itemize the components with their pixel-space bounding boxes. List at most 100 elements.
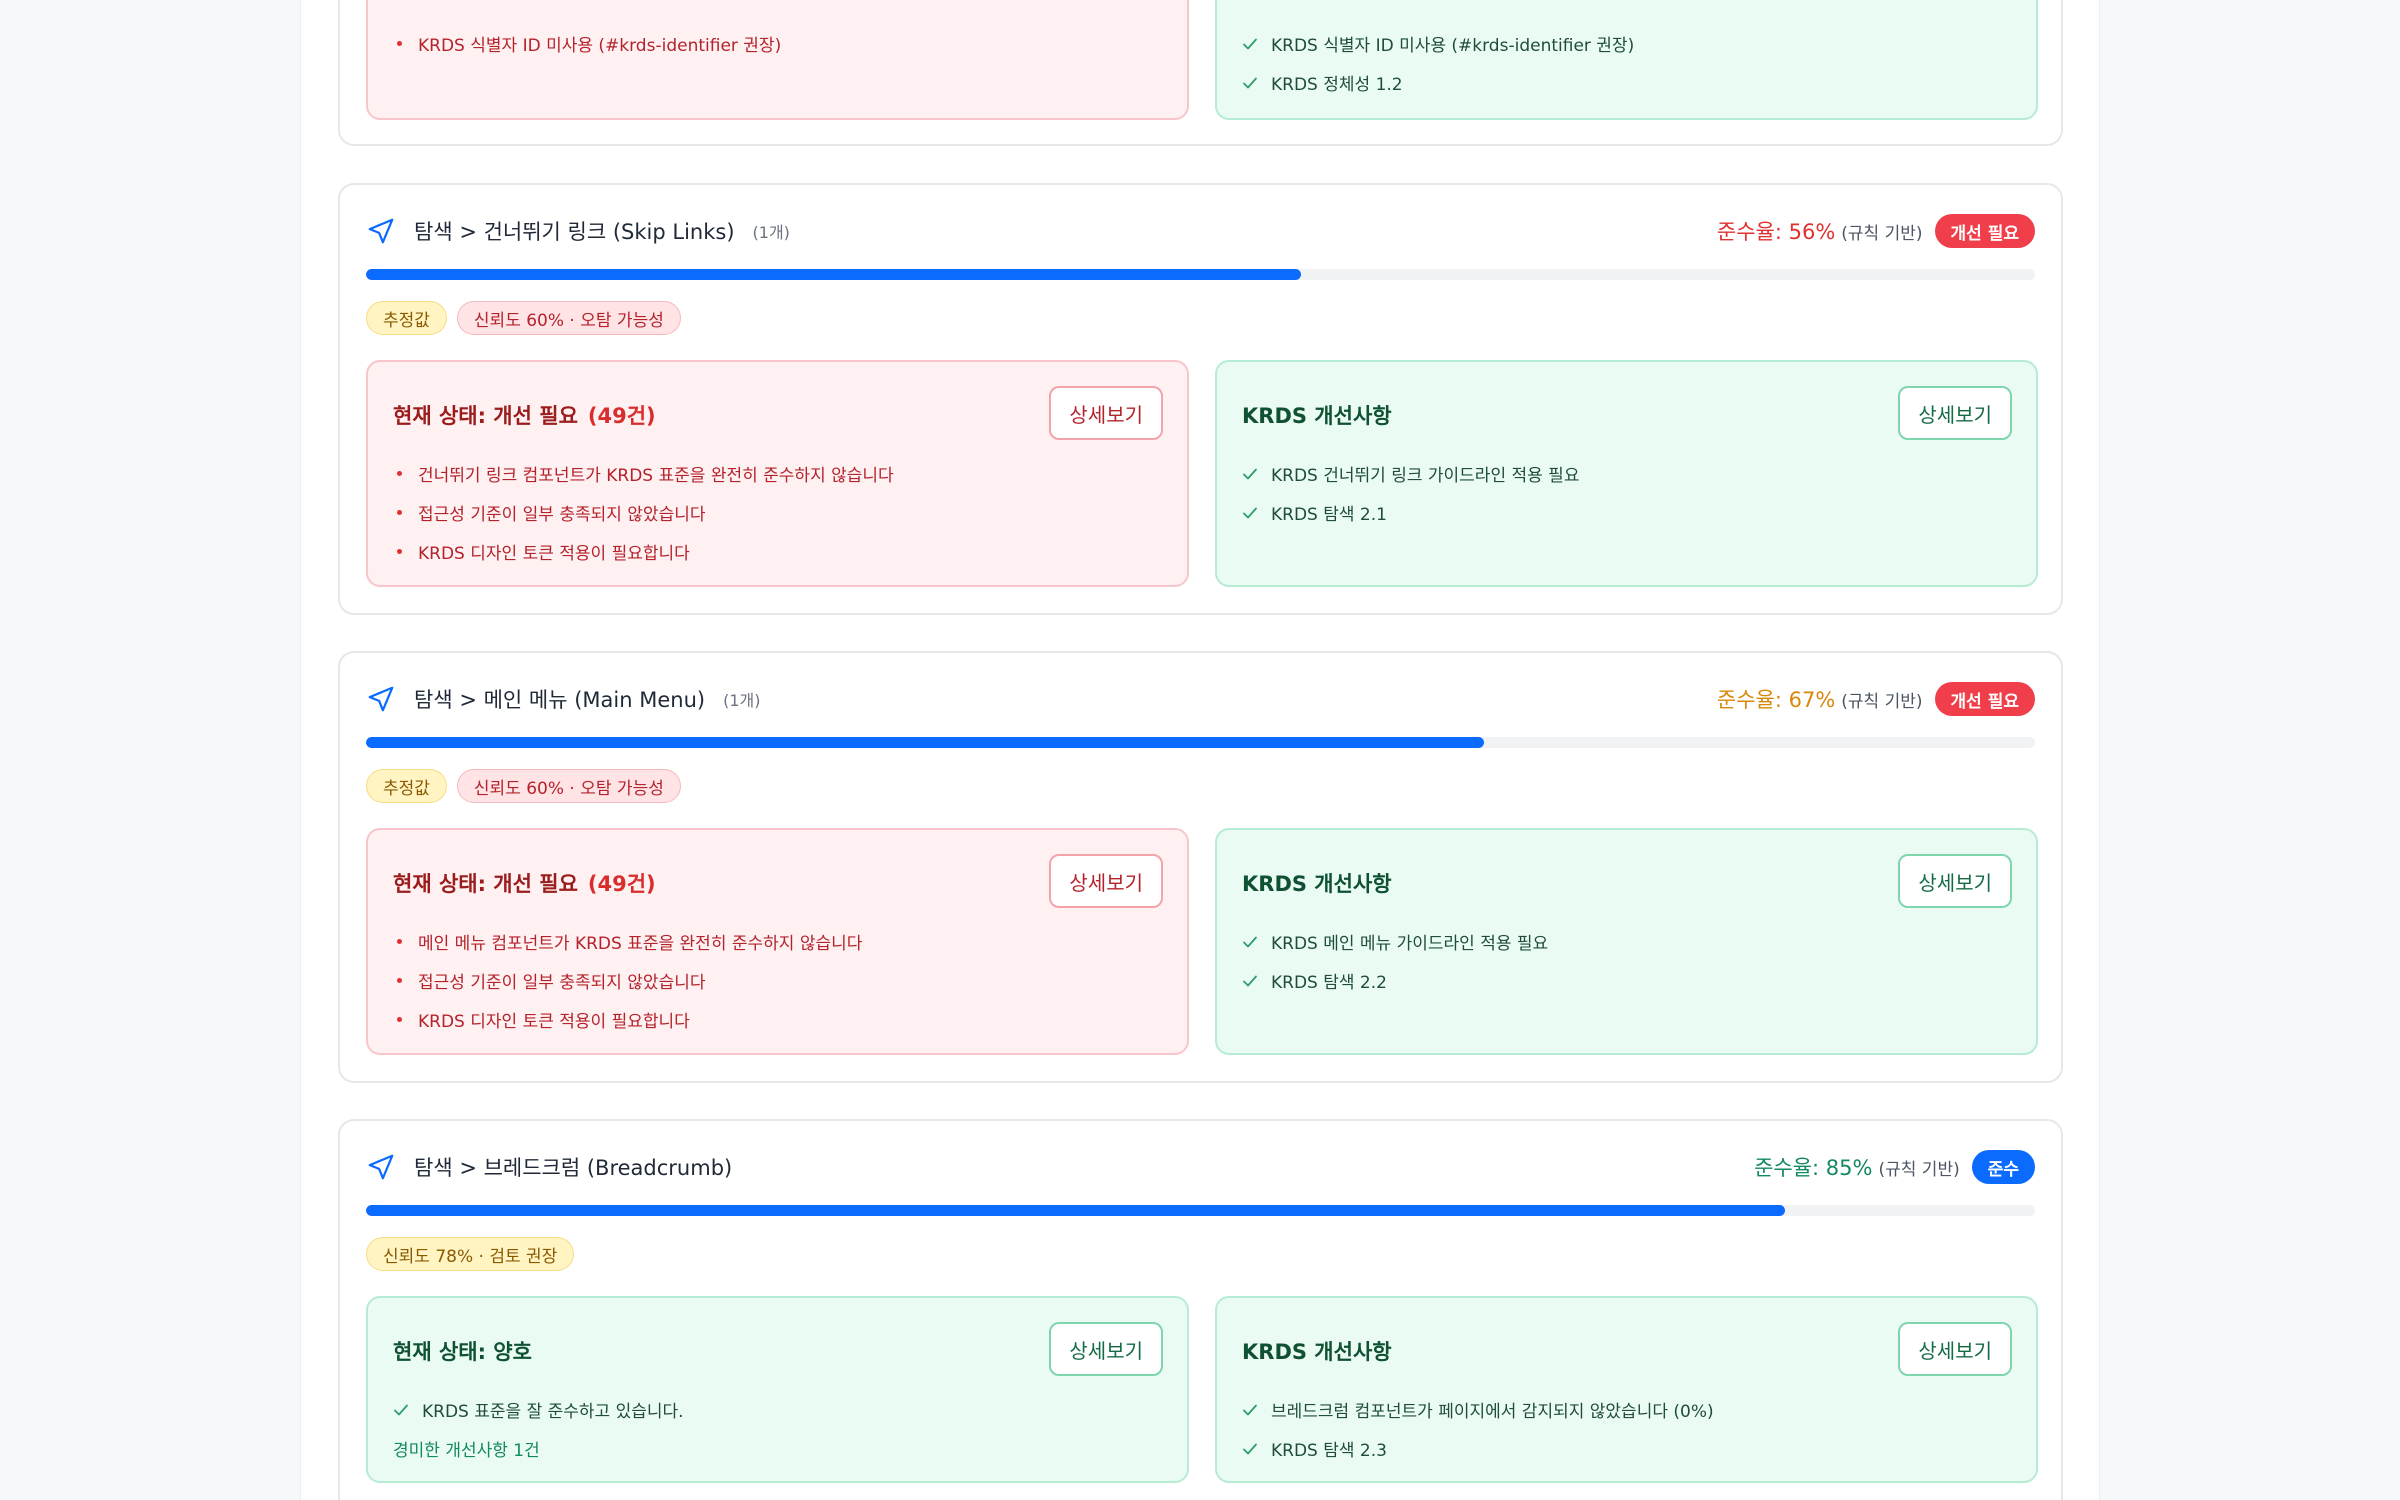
compliance-rate: 준수율: 56%	[1716, 220, 1836, 244]
panel-title: 현재 상태: 개선 필요 (49건)	[393, 872, 656, 896]
list-item: KRDS 메인 메뉴 가이드라인 적용 필요	[1242, 922, 1548, 961]
list-item: KRDS 탐색 2.3	[1242, 1429, 1714, 1468]
improvement-list: 브레드크럼 컴포넌트가 페이지에서 감지되지 않았습니다 (0%) KRDS 탐…	[1242, 1390, 1714, 1468]
progress-fill	[366, 269, 1301, 280]
card-header: 탐색 > 건너뛰기 링크 (Skip Links) (1개) 준수율: 56% …	[366, 213, 2035, 249]
compliance-rate: 준수율: 67%	[1716, 688, 1836, 712]
krds-improvement-panel: 상세보기 KRDS 식별자 ID 미사용 (#krds-identifier 권…	[1215, 0, 2038, 120]
progress-fill	[366, 1205, 1785, 1216]
current-status-panel: 현재 상태: 개선 필요 (49건) 상세보기 메인 메뉴 컴포넌트가 KRDS …	[366, 828, 1189, 1055]
list-item: KRDS 디자인 토큰 적용이 필요합니다	[393, 1000, 862, 1039]
check-icon	[1243, 507, 1257, 518]
improvement-list: KRDS 건너뛰기 링크 가이드라인 적용 필요 KRDS 탐색 2.1	[1242, 454, 1579, 532]
confidence-tag: 신뢰도 60% · 오탐 가능성	[456, 301, 681, 335]
list-item: KRDS 탐색 2.1	[1242, 493, 1579, 532]
krds-improvement-panel: KRDS 개선사항 상세보기 KRDS 건너뛰기 링크 가이드라인 적용 필요 …	[1215, 360, 2038, 587]
item-count: (1개)	[723, 691, 761, 710]
detail-button[interactable]: 상세보기	[1898, 1322, 2012, 1376]
bullet-icon	[397, 41, 402, 46]
category-card-main-menu: 탐색 > 메인 메뉴 (Main Menu) (1개) 준수율: 67% (규칙…	[338, 651, 2063, 1083]
krds-improvement-panel: KRDS 개선사항 상세보기 브레드크럼 컴포넌트가 페이지에서 감지되지 않았…	[1215, 1296, 2038, 1483]
detail-button[interactable]: 상세보기	[1049, 854, 1163, 908]
report-page: 상세보기 KRDS 식별자 ID 미사용 (#krds-identifier 권…	[300, 0, 2100, 1500]
check-icon	[1243, 77, 1257, 88]
detail-button[interactable]: 상세보기	[1049, 386, 1163, 440]
list-item: 브레드크럼 컴포넌트가 페이지에서 감지되지 않았습니다 (0%)	[1242, 1390, 1714, 1429]
list-item: 접근성 기준이 일부 충족되지 않았습니다	[393, 961, 862, 1000]
list-item: KRDS 식별자 ID 미사용 (#krds-identifier 권장)	[1242, 24, 1634, 63]
panel-title: 현재 상태: 양호	[393, 1340, 532, 1364]
bullet-icon	[397, 939, 402, 944]
compliance-progress-bar	[366, 1205, 2035, 1216]
panel-title: 현재 상태: 개선 필요 (49건)	[393, 404, 656, 428]
list-item: KRDS 디자인 토큰 적용이 필요합니다	[393, 532, 894, 571]
detail-button[interactable]: 상세보기	[1898, 386, 2012, 440]
confidence-tag: 신뢰도 60% · 오탐 가능성	[456, 769, 681, 803]
list-item: KRDS 표준을 잘 준수하고 있습니다.	[393, 1390, 684, 1429]
issue-count: (49건)	[587, 404, 656, 428]
tag-group: 신뢰도 78% · 검토 권장	[366, 1237, 575, 1271]
estimate-tag: 추정값	[366, 769, 447, 803]
list-item: KRDS 식별자 ID 미사용 (#krds-identifier 권장)	[393, 24, 781, 63]
progress-fill	[366, 737, 1485, 748]
issue-list: 건너뛰기 링크 컴포넌트가 KRDS 표준을 완전히 준수하지 않습니다 접근성…	[393, 454, 894, 571]
category-card-skip-links: 탐색 > 건너뛰기 링크 (Skip Links) (1개) 준수율: 56% …	[338, 183, 2063, 615]
detail-button[interactable]: 상세보기	[1898, 854, 2012, 908]
current-status-panel: 상세보기 KRDS 식별자 ID 미사용 (#krds-identifier 권…	[366, 0, 1189, 120]
category-card-breadcrumb: 탐색 > 브레드크럼 (Breadcrumb) 준수율: 85% (규칙 기반)…	[338, 1119, 2063, 1500]
bullet-icon	[397, 978, 402, 983]
tag-group: 추정값 신뢰도 60% · 오탐 가능성	[366, 301, 681, 335]
panel-title: KRDS 개선사항	[1242, 404, 1392, 428]
navigation-icon	[368, 218, 394, 244]
card-header: 탐색 > 브레드크럼 (Breadcrumb) 준수율: 85% (규칙 기반)…	[366, 1149, 2035, 1185]
current-status-panel: 현재 상태: 개선 필요 (49건) 상세보기 건너뛰기 링크 컴포넌트가 KRD…	[366, 360, 1189, 587]
tag-group: 추정값 신뢰도 60% · 오탐 가능성	[366, 769, 681, 803]
card-header: 탐색 > 메인 메뉴 (Main Menu) (1개) 준수율: 67% (규칙…	[366, 681, 2035, 717]
item-count: (1개)	[752, 223, 790, 242]
list-item: KRDS 정체성 1.2	[1242, 63, 1634, 102]
rate-note: (규칙 기반)	[1841, 691, 1923, 712]
status-badge: 개선 필요	[1934, 214, 2035, 248]
check-icon	[394, 1404, 408, 1415]
check-icon	[1243, 936, 1257, 947]
list-item: KRDS 탐색 2.2	[1242, 961, 1548, 1000]
list-item: 메인 메뉴 컴포넌트가 KRDS 표준을 완전히 준수하지 않습니다	[393, 922, 862, 961]
navigation-icon	[368, 686, 394, 712]
minor-issue-note: 경미한 개선사항 1건	[393, 1441, 540, 1461]
issue-list: 메인 메뉴 컴포넌트가 KRDS 표준을 완전히 준수하지 않습니다 접근성 기…	[393, 922, 862, 1039]
status-badge: 준수	[1971, 1150, 2035, 1184]
card-title: 탐색 > 메인 메뉴 (Main Menu)	[414, 688, 706, 712]
bullet-icon	[397, 1017, 402, 1022]
krds-improvement-panel: KRDS 개선사항 상세보기 KRDS 메인 메뉴 가이드라인 적용 필요 KR…	[1215, 828, 2038, 1055]
check-icon	[1243, 975, 1257, 986]
panel-title: KRDS 개선사항	[1242, 1340, 1392, 1364]
card-title: 탐색 > 브레드크럼 (Breadcrumb)	[414, 1156, 733, 1180]
bullet-icon	[397, 510, 402, 515]
category-card-identity: 상세보기 KRDS 식별자 ID 미사용 (#krds-identifier 권…	[338, 0, 2063, 146]
check-icon	[1243, 468, 1257, 479]
list-item: 접근성 기준이 일부 충족되지 않았습니다	[393, 493, 894, 532]
panel-title: KRDS 개선사항	[1242, 872, 1392, 896]
status-list: KRDS 표준을 잘 준수하고 있습니다. 경미한 개선사항 1건	[393, 1390, 684, 1468]
issue-list: KRDS 식별자 ID 미사용 (#krds-identifier 권장)	[393, 24, 781, 63]
compliance-progress-bar	[366, 737, 2035, 748]
card-title: 탐색 > 건너뛰기 링크 (Skip Links)	[414, 220, 735, 244]
improvement-list: KRDS 메인 메뉴 가이드라인 적용 필요 KRDS 탐색 2.2	[1242, 922, 1548, 1000]
check-icon	[1243, 38, 1257, 49]
compliance-rate: 준수율: 85%	[1754, 1156, 1873, 1180]
list-item: 건너뛰기 링크 컴포넌트가 KRDS 표준을 완전히 준수하지 않습니다	[393, 454, 894, 493]
status-badge: 개선 필요	[1934, 682, 2035, 716]
detail-button[interactable]: 상세보기	[1049, 1322, 1163, 1376]
check-icon	[1243, 1443, 1257, 1454]
bullet-icon	[397, 549, 402, 554]
list-item: KRDS 건너뛰기 링크 가이드라인 적용 필요	[1242, 454, 1579, 493]
estimate-tag: 추정값	[366, 301, 447, 335]
improvement-list: KRDS 식별자 ID 미사용 (#krds-identifier 권장) KR…	[1242, 24, 1634, 102]
bullet-icon	[397, 471, 402, 476]
confidence-tag: 신뢰도 78% · 검토 권장	[366, 1237, 575, 1271]
rate-note: (규칙 기반)	[1841, 223, 1923, 244]
check-icon	[1243, 1404, 1257, 1415]
navigation-icon	[368, 1154, 394, 1180]
rate-note: (규칙 기반)	[1878, 1159, 1960, 1180]
issue-count: (49건)	[587, 872, 656, 896]
